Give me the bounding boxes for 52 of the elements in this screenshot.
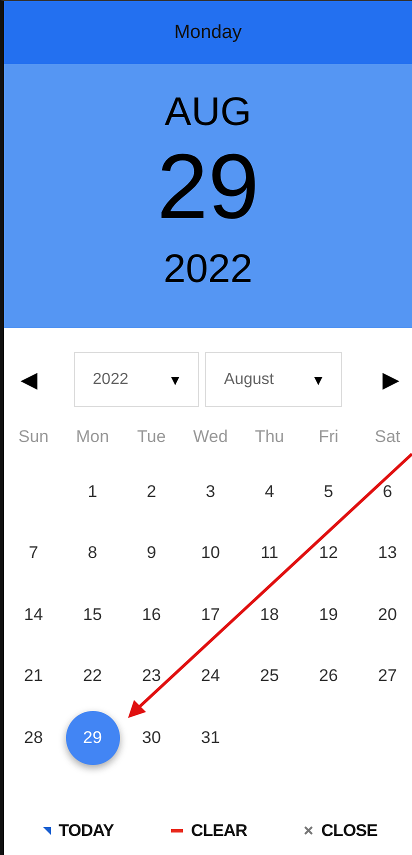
today-button[interactable]: TODAY — [42, 820, 114, 840]
month-select[interactable]: August ▼ — [205, 352, 342, 407]
year-label: 2022 — [164, 247, 252, 292]
weekday-label: Mon — [76, 427, 110, 447]
month-label: AUG — [164, 90, 252, 135]
day-button[interactable]: 30 — [124, 710, 178, 765]
day-button[interactable]: 19 — [302, 588, 356, 642]
clear-button[interactable]: CLEAR — [170, 820, 248, 840]
day-button[interactable]: 16 — [124, 588, 178, 642]
day-button[interactable]: 9 — [124, 526, 178, 580]
day-button[interactable]: 15 — [66, 588, 120, 642]
day-button[interactable]: 11 — [242, 526, 296, 580]
weekday-label: Tue — [137, 427, 166, 447]
day-button[interactable]: 4 — [242, 464, 296, 519]
weekday-label: Sun — [18, 427, 49, 447]
minus-icon — [170, 828, 183, 832]
day-button[interactable]: 23 — [124, 649, 178, 704]
day-button[interactable]: 18 — [242, 588, 296, 642]
day-button[interactable]: 29 — [66, 710, 120, 765]
day-label: 29 — [156, 141, 260, 233]
year-select[interactable]: 2022 ▼ — [74, 352, 200, 407]
day-button[interactable]: 25 — [242, 649, 296, 704]
weekday-label: Wed — [193, 427, 228, 447]
day-button[interactable]: 14 — [6, 588, 60, 642]
day-button[interactable]: 21 — [6, 649, 60, 704]
close-button[interactable]: CLOSE — [304, 820, 378, 840]
day-button[interactable]: 28 — [6, 710, 60, 765]
day-button[interactable]: 3 — [184, 464, 238, 519]
weekday-label: Thu — [254, 427, 284, 447]
previous-month-button[interactable]: ◀ — [14, 366, 44, 392]
day-button[interactable]: 5 — [302, 464, 356, 519]
day-button[interactable]: 2 — [124, 464, 178, 519]
day-button[interactable]: 24 — [184, 649, 238, 704]
day-button[interactable]: 12 — [302, 526, 356, 580]
day-button[interactable]: 13 — [360, 526, 412, 580]
weekday-title: Monday — [174, 22, 242, 44]
weekday-label: Fri — [318, 427, 338, 447]
day-button[interactable]: 31 — [184, 710, 238, 765]
day-button[interactable]: 26 — [302, 649, 356, 704]
day-button[interactable]: 22 — [66, 649, 120, 704]
triangle-icon — [42, 826, 51, 834]
day-button[interactable]: 20 — [360, 588, 412, 642]
day-button[interactable]: 6 — [360, 464, 412, 519]
weekday-label: Sat — [374, 427, 400, 447]
day-button[interactable]: 8 — [66, 526, 120, 580]
day-button[interactable]: 10 — [184, 526, 238, 580]
day-button[interactable]: 1 — [66, 464, 120, 519]
next-month-button[interactable]: ▶ — [376, 366, 406, 392]
close-icon — [304, 826, 314, 835]
day-button[interactable]: 17 — [184, 588, 238, 642]
day-button[interactable]: 7 — [6, 526, 60, 580]
day-button[interactable]: 27 — [360, 649, 412, 704]
